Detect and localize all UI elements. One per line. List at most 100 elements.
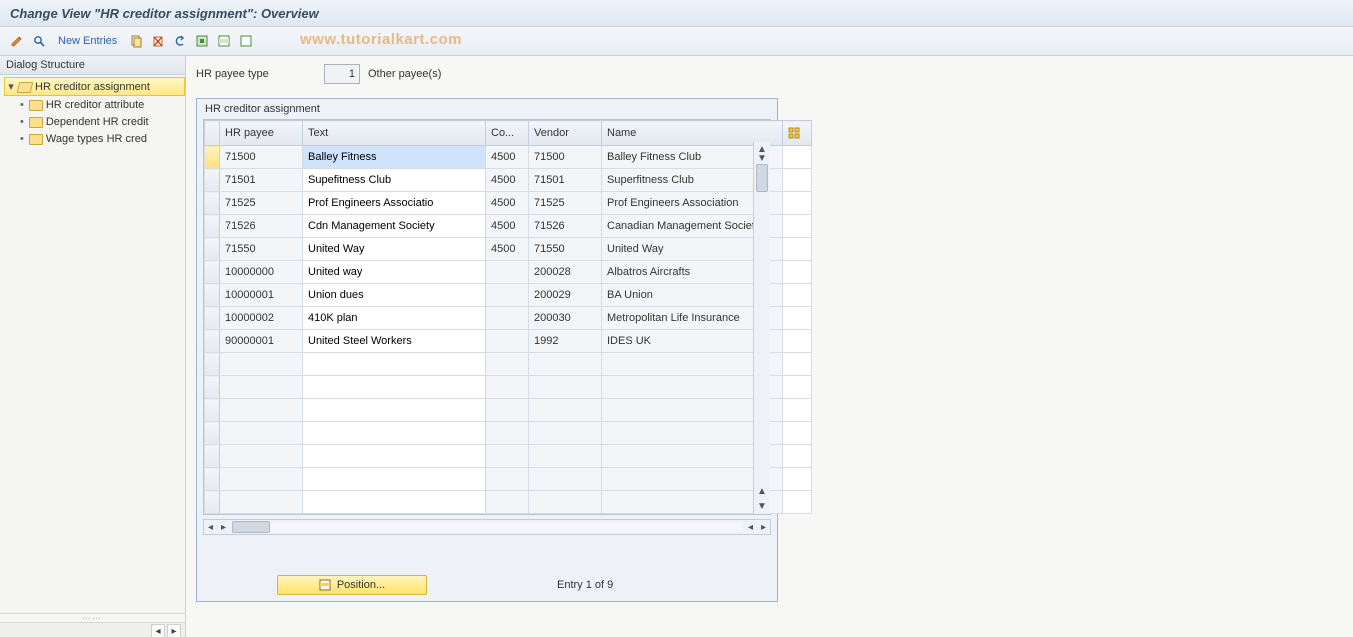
toggle-display-change-icon[interactable] [8, 32, 26, 50]
cell-vendor[interactable]: 71550 [529, 238, 602, 261]
table-row[interactable]: 71500Balley Fitness450071500Balley Fitne… [205, 146, 812, 169]
tree-label[interactable]: HR creditor attribute [46, 99, 144, 111]
cell-vendor[interactable]: 200028 [529, 261, 602, 284]
row-selector[interactable] [205, 169, 220, 192]
row-selector[interactable] [205, 261, 220, 284]
table-row[interactable]: 71526Cdn Management Society450071526Cana… [205, 215, 812, 238]
row-selector[interactable] [205, 491, 220, 514]
row-selector[interactable] [205, 376, 220, 399]
table-config-icon[interactable] [783, 121, 812, 146]
cell-vendor[interactable]: 71525 [529, 192, 602, 215]
new-entries-button[interactable]: New Entries [52, 35, 123, 47]
table-row[interactable]: 10000002410K plan200030Metropolitan Life… [205, 307, 812, 330]
cell-text[interactable]: 410K plan [303, 307, 486, 330]
row-selector[interactable] [205, 238, 220, 261]
row-selector[interactable] [205, 307, 220, 330]
cell-hr-payee[interactable]: 10000002 [220, 307, 303, 330]
cell-co[interactable] [486, 284, 529, 307]
cell-empty[interactable] [303, 422, 486, 445]
cell-vendor[interactable]: 1992 [529, 330, 602, 353]
cell-co[interactable]: 4500 [486, 169, 529, 192]
cell-empty[interactable] [303, 445, 486, 468]
hscroll-right2-icon[interactable]: ▸ [757, 522, 770, 533]
cell-empty[interactable] [303, 399, 486, 422]
hscroll-thumb[interactable] [232, 521, 270, 533]
cell-vendor[interactable]: 71501 [529, 169, 602, 192]
table-row[interactable]: 71501Supefitness Club450071501Superfitne… [205, 169, 812, 192]
cell-hr-payee[interactable]: 71501 [220, 169, 303, 192]
deselect-all-icon[interactable] [237, 32, 255, 50]
vscroll-thumb[interactable] [756, 164, 768, 192]
cell-hr-payee[interactable]: 10000001 [220, 284, 303, 307]
cell-hr-payee[interactable]: 90000001 [220, 330, 303, 353]
cell-vendor[interactable]: 71500 [529, 146, 602, 169]
table-row[interactable]: 10000000United way200028Albatros Aircraf… [205, 261, 812, 284]
col-vendor[interactable]: Vendor [529, 121, 602, 146]
row-selector[interactable] [205, 284, 220, 307]
cell-text[interactable]: Cdn Management Society [303, 215, 486, 238]
table-row-empty[interactable] [205, 376, 812, 399]
tree-label[interactable]: Wage types HR cred [46, 133, 147, 145]
cell-text[interactable]: Prof Engineers Associatio [303, 192, 486, 215]
tree-collapse-icon[interactable]: ▾ [5, 80, 17, 93]
cell-co[interactable]: 4500 [486, 215, 529, 238]
cell-hr-payee[interactable]: 71500 [220, 146, 303, 169]
cell-text[interactable]: United way [303, 261, 486, 284]
table-row-empty[interactable] [205, 491, 812, 514]
cell-co[interactable] [486, 330, 529, 353]
cell-hr-payee[interactable]: 71550 [220, 238, 303, 261]
select-all-icon[interactable] [193, 32, 211, 50]
hr-payee-type-field[interactable] [324, 64, 360, 84]
col-text[interactable]: Text [303, 121, 486, 146]
table-row-empty[interactable] [205, 468, 812, 491]
cell-hr-payee[interactable]: 71526 [220, 215, 303, 238]
cell-co[interactable] [486, 307, 529, 330]
table-row[interactable]: 71550United Way450071550United Way [205, 238, 812, 261]
cell-text[interactable]: Union dues [303, 284, 486, 307]
cell-text[interactable]: Balley Fitness [303, 146, 486, 169]
cell-text[interactable]: Supefitness Club [303, 169, 486, 192]
cell-co[interactable]: 4500 [486, 146, 529, 169]
cell-text[interactable]: United Steel Workers [303, 330, 486, 353]
tree-node-wage-types-hr-cred[interactable]: Wage types HR cred [22, 130, 185, 147]
row-selector[interactable] [205, 146, 220, 169]
select-block-icon[interactable] [215, 32, 233, 50]
col-co[interactable]: Co... [486, 121, 529, 146]
row-selector[interactable] [205, 468, 220, 491]
row-selector[interactable] [205, 422, 220, 445]
dialog-structure-tree[interactable]: ▾ HR creditor assignment HR creditor att… [0, 75, 185, 613]
cell-co[interactable] [486, 261, 529, 284]
cell-empty[interactable] [303, 353, 486, 376]
hscroll-left2-icon[interactable]: ◂ [744, 522, 757, 533]
hscroll-left-icon[interactable]: ◂ [204, 522, 217, 533]
table-row-empty[interactable] [205, 422, 812, 445]
row-selector[interactable] [205, 192, 220, 215]
cell-hr-payee[interactable]: 71525 [220, 192, 303, 215]
vertical-scrollbar[interactable]: ▲ ▼ ▲ ▼ [753, 142, 770, 514]
cell-vendor[interactable]: 200030 [529, 307, 602, 330]
cell-vendor[interactable]: 200029 [529, 284, 602, 307]
table-row[interactable]: 71525Prof Engineers Associatio450071525P… [205, 192, 812, 215]
cell-hr-payee[interactable]: 10000000 [220, 261, 303, 284]
row-selector[interactable] [205, 399, 220, 422]
hr-creditor-assignment-grid[interactable]: HR payee Text Co... Vendor Name 71500Bal… [204, 120, 812, 514]
row-selector[interactable] [205, 215, 220, 238]
sidebar-scroll-right-icon[interactable]: ▸ [167, 624, 181, 637]
table-row-empty[interactable] [205, 445, 812, 468]
tree-label[interactable]: HR creditor assignment [35, 81, 150, 93]
hscroll-right-icon[interactable]: ▸ [217, 522, 230, 533]
copy-icon[interactable] [127, 32, 145, 50]
table-row[interactable]: 10000001Union dues200029BA Union [205, 284, 812, 307]
table-row-empty[interactable] [205, 399, 812, 422]
cell-empty[interactable] [303, 376, 486, 399]
position-button[interactable]: Position... [277, 575, 427, 595]
cell-co[interactable]: 4500 [486, 238, 529, 261]
hscroll-track[interactable] [232, 522, 742, 532]
row-selector-header[interactable] [205, 121, 220, 146]
cell-co[interactable]: 4500 [486, 192, 529, 215]
undo-icon[interactable] [171, 32, 189, 50]
row-selector[interactable] [205, 330, 220, 353]
tree-node-hr-creditor-assignment[interactable]: ▾ HR creditor assignment [4, 77, 185, 96]
tree-label[interactable]: Dependent HR credit [46, 116, 149, 128]
tree-node-hr-creditor-attribute[interactable]: HR creditor attribute [22, 96, 185, 113]
